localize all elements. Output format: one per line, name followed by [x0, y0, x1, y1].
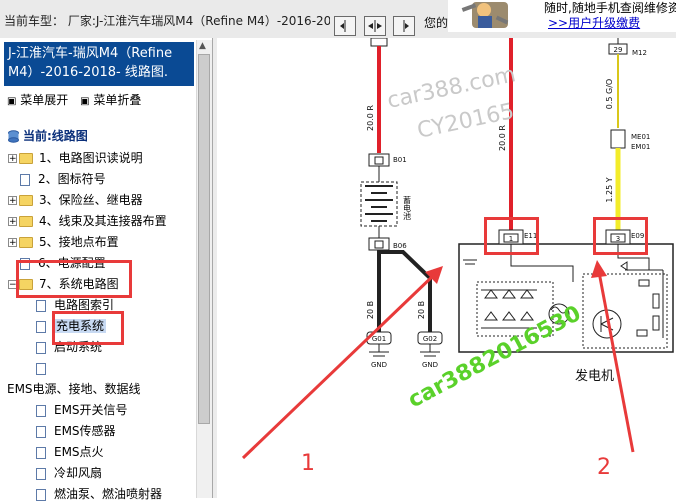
current-location: 当前:线路图 — [7, 127, 88, 145]
folder-icon — [19, 237, 33, 248]
tree-item[interactable]: 燃油泵、燃油喷射器 — [36, 485, 162, 503]
document-icon — [36, 320, 46, 333]
document-icon — [36, 404, 46, 417]
tree-item[interactable]: 冷却风扇 — [36, 464, 102, 482]
connector-label-b01: B01 — [393, 156, 407, 164]
single-arrow-right-icon — [403, 20, 409, 32]
document-icon — [36, 446, 46, 459]
top-toolbar: 当前车型： 厂家:J-江淮汽车瑞风M4（Refine M4）-2016-2018… — [0, 0, 676, 39]
scroll-up-icon[interactable]: ▲ — [199, 41, 206, 51]
annotation-number-1: 1 — [301, 451, 315, 476]
expand-toggle-icon[interactable]: + — [8, 196, 17, 206]
expand-toggle-icon[interactable]: + — [8, 217, 17, 227]
tree-item-label: 3、保险丝、继电器 — [39, 193, 143, 207]
wire-label-red-2: 20.0 R — [498, 125, 507, 151]
connector-b06 — [368, 237, 390, 251]
ground-label-g02: G02 — [423, 335, 437, 343]
tree-item[interactable]: 2、图标符号 — [20, 170, 106, 188]
scrollbar-thumb[interactable] — [198, 54, 210, 424]
nav-prev-button[interactable] — [334, 16, 356, 36]
connector-b01 — [368, 153, 390, 167]
tree-item[interactable]: EMS开关信号 — [36, 401, 128, 419]
battery-label: 蓄电池 — [403, 195, 412, 220]
tree-item[interactable]: EMS传感器 — [36, 422, 116, 440]
mechanic-icon — [454, 0, 512, 32]
document-icon — [36, 362, 46, 375]
connector-label-em01: EM01 — [631, 143, 650, 151]
document-icon — [36, 299, 46, 312]
document-icon — [20, 173, 30, 186]
wire-label-yellow: 1.25 Y — [605, 177, 614, 202]
folder-icon — [19, 195, 33, 206]
database-icon — [8, 130, 19, 143]
tree-item-label: EMS电源、接地、数据线 — [7, 382, 141, 396]
gnd-label-2: GND — [422, 361, 438, 369]
tree-item-label: 2、图标符号 — [38, 172, 106, 186]
menu-expand-button[interactable]: 菜单展开 — [20, 93, 68, 107]
menu-collapse-button[interactable]: 菜单折叠 — [93, 93, 141, 107]
highlight-box-e09 — [593, 217, 648, 255]
tree-item[interactable] — [36, 359, 54, 377]
left-scrollbar[interactable]: ▲ — [196, 40, 212, 498]
tree-item-label: 燃油泵、燃油喷射器 — [54, 487, 163, 501]
tree-item-label: EMS点火 — [54, 445, 104, 459]
connector-top-left — [370, 38, 388, 47]
tree-item-label: 电路图索引 — [54, 298, 115, 312]
double-arrow-icon — [368, 20, 382, 32]
promo-banner: 随时,随地手机查阅维修资 >>用户升级缴费 — [448, 0, 676, 32]
tree-item-label: EMS开关信号 — [54, 403, 128, 417]
wire-label-black-2: 20 B — [417, 301, 426, 319]
tree-item[interactable]: +5、接地点布置 — [8, 233, 119, 251]
pin-label-29: 29 — [614, 46, 623, 54]
nav-both-button[interactable] — [364, 16, 386, 36]
wire-label-orange: 0.5 G/O — [605, 79, 614, 109]
annotation-arrow-1 — [241, 266, 443, 460]
single-arrow-icon — [340, 20, 346, 32]
highlight-box-charging — [52, 311, 124, 345]
tree-item[interactable]: +4、线束及其连接器布置 — [8, 212, 167, 230]
tree-item-label: EMS传感器 — [54, 424, 116, 438]
collapse-icon: ▣ — [80, 96, 90, 107]
highlight-box-e11 — [484, 217, 539, 255]
connector-label-m12: M12 — [632, 49, 647, 57]
annotation-number-2: 2 — [597, 455, 611, 480]
highlight-box-tree-7 — [16, 260, 132, 298]
document-icon — [36, 488, 46, 501]
tree-item[interactable]: +3、保险丝、继电器 — [8, 191, 143, 209]
expand-toggle-icon[interactable]: + — [8, 154, 17, 164]
expand-icon: ▣ — [7, 96, 17, 107]
wiring-diagram: 20.0 R B01 蓄电池 B06 20 B 20 B G01 GND G02… — [213, 38, 676, 498]
upgrade-link[interactable]: >>用户升级缴费 — [548, 14, 640, 31]
document-icon — [36, 341, 46, 354]
splice-me01 — [610, 129, 626, 149]
tree-item[interactable]: +1、电路图识读说明 — [8, 149, 143, 167]
tree-item[interactable]: EMS点火 — [36, 443, 104, 461]
tree-item-label: 4、线束及其连接器布置 — [39, 214, 167, 228]
gnd-label-1: GND — [371, 361, 387, 369]
wire-label-red: 20.0 R — [366, 105, 375, 131]
wire-label-black-1: 20 B — [366, 301, 375, 319]
battery-symbol — [360, 181, 398, 227]
folder-icon — [19, 216, 33, 227]
expand-toggle-icon[interactable]: + — [8, 238, 17, 248]
folder-icon — [19, 153, 33, 164]
connector-label-me01: ME01 — [631, 133, 650, 141]
current-vehicle-label: 当前车型： 厂家:J-江淮汽车瑞风M4（Refine M4）-2016-2018 — [4, 14, 330, 28]
ground-label-g01: G01 — [372, 335, 386, 343]
connector-label-b06: B06 — [393, 242, 407, 250]
generator-label: 发电机 — [575, 368, 614, 384]
document-icon — [36, 425, 46, 438]
nav-next-button[interactable] — [393, 16, 415, 36]
tree-item[interactable]: EMS电源、接地、数据线 — [7, 380, 141, 398]
tree-item-label: 1、电路图识读说明 — [39, 151, 143, 165]
charging-system-diagram: 20.0 R B01 蓄电池 B06 20 B 20 B G01 GND G02… — [241, 38, 674, 480]
manual-title: J-江淮汽车-瑞风M4（Refine M4）-2016-2018- 线路图. — [4, 42, 194, 86]
menu-controls: ▣ 菜单展开 ▣ 菜单折叠 — [7, 91, 141, 108]
document-icon — [36, 467, 46, 480]
tree-item-label: 冷却风扇 — [54, 466, 103, 480]
tree-item-label: 5、接地点布置 — [39, 235, 119, 249]
